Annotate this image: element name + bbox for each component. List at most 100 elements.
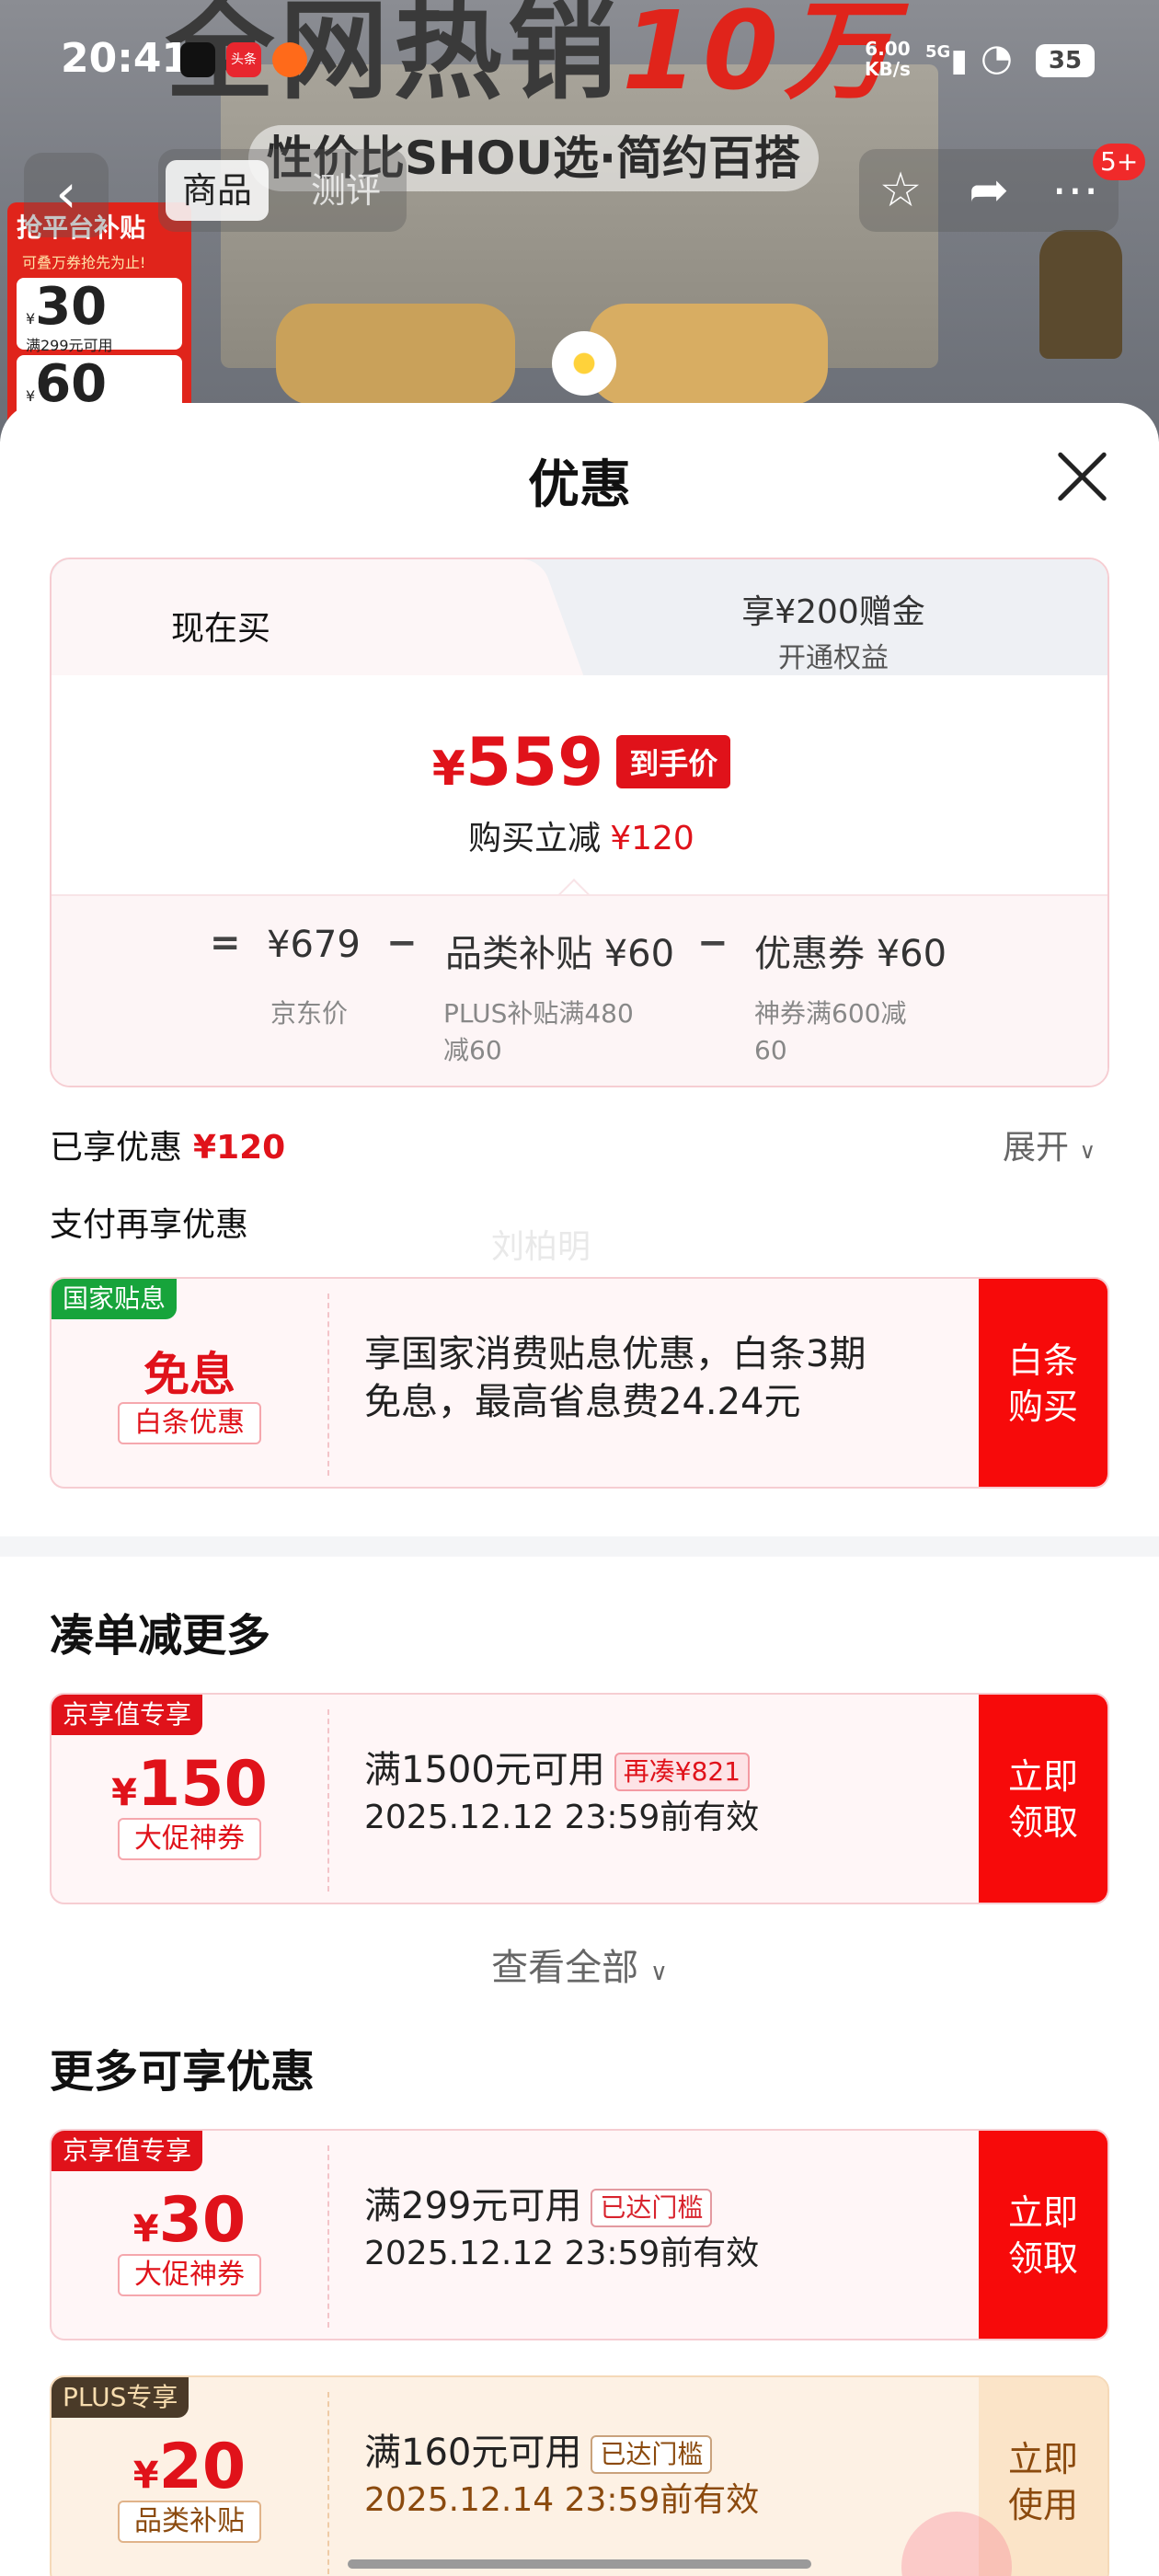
tab-gift[interactable]: 享¥200赠金 开通权益	[622, 585, 1045, 675]
see-all-button[interactable]: 查看全部 ∨	[0, 1938, 1159, 1991]
tab-buy-now-label: 现在买	[171, 610, 271, 648]
expand-label: 展开	[1003, 1129, 1070, 1167]
tab-review[interactable]: 测评	[294, 160, 397, 221]
card-validity: 2025.12.12 23:59前有效	[364, 1799, 760, 1836]
tab-gift-title: 享¥200赠金	[741, 593, 925, 631]
tiktok-icon	[180, 42, 215, 77]
card-condition: 满160元可用 已达门槛	[364, 2429, 990, 2477]
card-divider	[327, 1709, 329, 1892]
currency-symbol: ¥	[132, 2208, 159, 2250]
sticker-coupon-cond: 满299元可用	[26, 337, 113, 354]
app-notification-icon	[272, 42, 307, 77]
coupon-amount: ¥20	[52, 2431, 327, 2503]
bundle-title: 凑单减更多	[50, 1610, 271, 1662]
jd-price-label: 京东价	[270, 998, 349, 1029]
btn-line1: 立即	[1007, 1756, 1078, 1797]
signal-icon: 5G▮	[925, 42, 969, 79]
card-tag: 品类补贴	[118, 2501, 261, 2543]
coupon-amount-value: 150	[136, 1748, 268, 1821]
reduce-label: 购买立减	[468, 820, 602, 857]
card-pill: 已达门槛	[591, 2435, 713, 2474]
sticker-sub: 可叠万券抢先为止!	[22, 254, 146, 271]
card-desc-line1: 享国家消费贴息优惠，白条3期	[364, 1333, 866, 1375]
watermark: 刘柏明	[491, 1228, 591, 1266]
jd-price: ¥679	[267, 924, 361, 966]
chevron-down-icon: ∨	[649, 1959, 668, 1986]
baitiao-buy-button[interactable]: 白条 购买	[979, 1279, 1107, 1487]
card-desc: 享国家消费贴息优惠，白条3期 免息，最高省息费24.24元	[364, 1330, 990, 1426]
wifi-icon: ◔	[981, 37, 1013, 79]
message-badge: 5+	[1093, 144, 1146, 180]
card-validity: 2025.12.12 23:59前有效	[364, 2235, 760, 2272]
tab-gift-sub: 开通权益	[778, 642, 889, 674]
card-desc: 满299元可用 已达门槛 2025.12.12 23:59前有效	[364, 2182, 990, 2278]
card-desc: 满1500元可用 再凑¥821 2025.12.12 23:59前有效	[364, 1746, 990, 1842]
card-condition-text: 满1500元可用	[364, 1749, 605, 1791]
share-icon[interactable]: ➦	[957, 158, 1021, 223]
see-all-label: 查看全部	[491, 1947, 639, 1989]
btn-line1: 白条	[1007, 1340, 1078, 1381]
expand-button[interactable]: 展开 ∨	[1003, 1121, 1096, 1168]
price-tab-bar: 现在买 享¥200赠金 开通权益	[52, 559, 1107, 679]
tab-product[interactable]: 商品	[166, 160, 270, 221]
btn-line2: 购买	[1007, 1386, 1078, 1427]
subsidy-label-line1: PLUS补贴满480	[443, 998, 634, 1029]
sheet-title: 优惠	[528, 455, 631, 515]
final-price-value: 559	[465, 723, 604, 800]
coupon-card-150: 京享值专享 ¥150 大促神券 满1500元可用 再凑¥821 2025.12.1…	[50, 1693, 1109, 1904]
status-time: 20:41	[61, 35, 190, 82]
card-desc: 满160元可用 已达门槛 2025.12.14 23:59前有效	[364, 2429, 990, 2524]
enjoyed-label: 已享优惠	[50, 1129, 183, 1167]
close-icon[interactable]	[1052, 447, 1111, 506]
product-nav: ‹ 商品 测评 ☆ ➦ ⋯ 5+	[0, 144, 1159, 241]
status-bar: 20:41 头条 6.00 KB/s 5G▮ ◔ 35	[0, 0, 1159, 120]
category-subsidy: 品类补贴 ¥60	[445, 933, 675, 975]
btn-line2: 领取	[1007, 1802, 1078, 1843]
card-divider	[327, 2145, 329, 2328]
flower-decoration	[552, 331, 616, 396]
star-icon[interactable]: ☆	[868, 158, 933, 223]
minus-sign: −	[386, 922, 418, 964]
enjoyed-value: ¥120	[193, 1129, 286, 1167]
coupon-label-line2: 60	[754, 1035, 787, 1065]
chevron-down-icon: ∨	[1079, 1138, 1096, 1164]
card-condition: 满1500元可用 再凑¥821	[364, 1746, 990, 1794]
battery-icon: 35	[1036, 44, 1095, 77]
currency-symbol: ¥	[431, 742, 465, 797]
lamp	[1039, 230, 1122, 359]
card-condition-text: 满160元可用	[364, 2432, 582, 2474]
card-left: ¥150 大促神券	[52, 1695, 327, 1903]
card-left: ¥20 品类补贴	[52, 2377, 327, 2576]
equals-sign: =	[210, 922, 241, 964]
more-title: 更多可享优惠	[50, 2046, 316, 2098]
pillow-right	[589, 304, 828, 405]
back-button[interactable]: ‹	[24, 153, 109, 237]
price-body: ¥559 到手价 购买立减 ¥120 = ¥679 京东价 − 品类补贴 ¥60 P…	[52, 675, 1107, 1086]
card-condition-text: 满299元可用	[364, 2185, 582, 2227]
reduce-row: 购买立减 ¥120	[52, 811, 1107, 859]
subsidy-label-line2: 减60	[443, 1035, 502, 1065]
net-speed-value: 6.00	[865, 38, 911, 60]
claim-button[interactable]: 立即 领取	[979, 1695, 1107, 1903]
coupon-amount: ¥30	[52, 2184, 327, 2257]
btn-line2: 领取	[1007, 2238, 1078, 2279]
btn-line1: 立即	[1007, 2192, 1078, 2233]
net-speed: 6.00 KB/s	[865, 39, 911, 79]
signal-type: 5G	[925, 42, 951, 62]
coupon-amount: ¥150	[52, 1748, 327, 1821]
currency-symbol: ¥	[132, 2455, 159, 2497]
card-tag: 白条优惠	[118, 1402, 261, 1444]
coupon-label-line1: 神券满600减	[754, 998, 907, 1029]
coupon-discount: 优惠券 ¥60	[754, 933, 947, 975]
card-pill: 再凑¥821	[614, 1753, 751, 1791]
price-breakdown: = ¥679 京东价 − 品类补贴 ¥60 PLUS补贴满480 减60 − 优惠…	[52, 894, 1107, 1086]
price-panel: 现在买 享¥200赠金 开通权益 ¥559 到手价 购买立减 ¥120 = ¥679…	[50, 558, 1109, 1087]
coupon-label: 神券满600减 60	[754, 995, 906, 1069]
category-subsidy-label: PLUS补贴满480 减60	[443, 995, 634, 1069]
final-price-tag: 到手价	[616, 735, 731, 788]
home-indicator[interactable]	[348, 2559, 811, 2569]
section-gap	[0, 1536, 1159, 1557]
card-left: ¥30 大促神券	[52, 2131, 327, 2339]
claim-button[interactable]: 立即 领取	[979, 2131, 1107, 2339]
tab-buy-now[interactable]: 现在买	[52, 559, 530, 679]
